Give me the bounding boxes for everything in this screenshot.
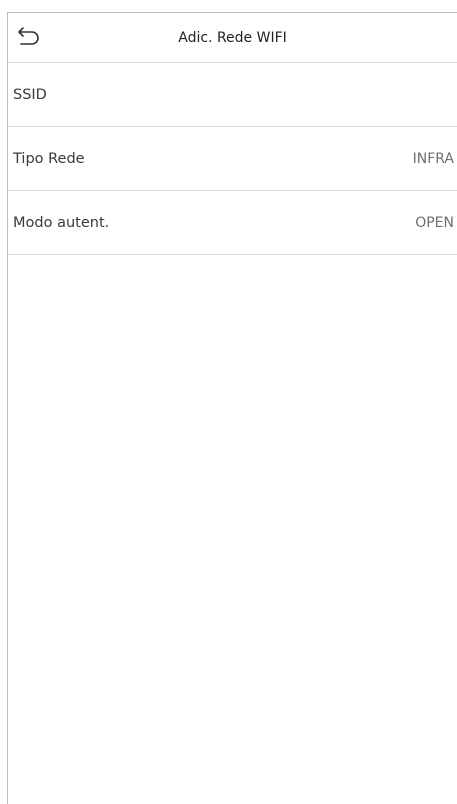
network-type-value: INFRA (412, 151, 454, 167)
auth-mode-value: OPEN (415, 215, 454, 231)
setting-row-ssid[interactable]: SSID (8, 63, 457, 127)
wifi-add-screen: Adic. Rede WIFI SSID Tipo Rede INFRA Mod… (7, 12, 457, 804)
page-title: Adic. Rede WIFI (178, 30, 287, 46)
setting-row-auth-mode[interactable]: Modo autent. OPEN (8, 191, 457, 255)
header-bar: Adic. Rede WIFI (8, 13, 457, 63)
network-type-label: Tipo Rede (13, 151, 85, 167)
setting-row-network-type[interactable]: Tipo Rede INFRA (8, 127, 457, 191)
ssid-label: SSID (13, 87, 47, 103)
auth-mode-label: Modo autent. (13, 215, 110, 231)
